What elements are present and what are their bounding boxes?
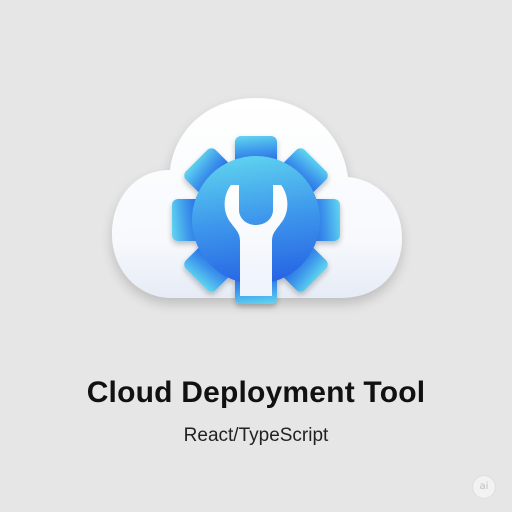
ai-badge: ai <box>473 476 495 498</box>
cloud-gear-logo-icon <box>112 98 402 304</box>
app-subtitle: React/TypeScript <box>183 425 329 446</box>
app-title: Cloud Deployment Tool <box>86 376 426 409</box>
